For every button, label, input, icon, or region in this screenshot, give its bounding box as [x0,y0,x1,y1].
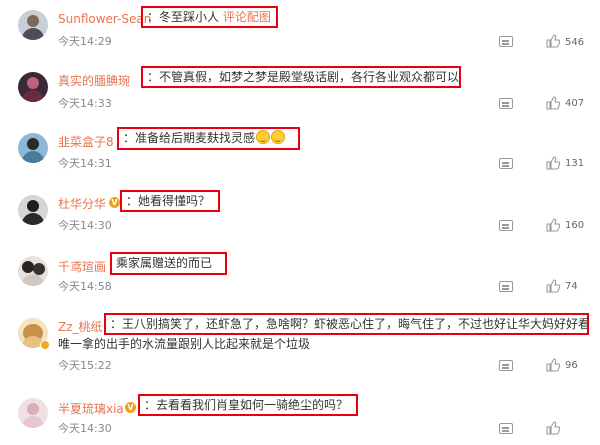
comment-time: 今天14:31 [58,157,112,170]
comment-time: 今天14:30 [58,219,112,232]
reply-icon[interactable] [499,158,513,169]
commenter-name[interactable]: Zz_桃纸 [58,318,103,335]
thumbs-up-icon[interactable] [546,156,560,170]
commenter-name[interactable]: Sunflower-Sean [58,12,151,26]
comment-time: 今天14:30 [58,422,112,435]
thumbs-up-icon[interactable] [546,96,560,110]
thumbs-up-icon[interactable] [546,358,560,372]
comment-text: ：去看看我们肖皇如何一骑绝尘的吗？ [138,394,358,416]
verified-badge-icon: V [125,402,136,413]
sunflower-avatar[interactable] [18,10,48,40]
like-count: 96 [565,360,578,371]
smile-emoji-icon [256,130,271,144]
reply-icon[interactable] [499,98,513,109]
comment-text: ：不管真假，如梦之梦是殿堂级话剧，各行各业观众都可以去看 [141,66,461,88]
member-badge-icon [40,340,50,350]
comment-time: 今天14:33 [58,97,112,110]
commenter-name[interactable]: 半夏琉璃xia [58,400,124,417]
thumbs-up-icon[interactable] [546,421,560,435]
verified-badge-icon: V [109,197,120,208]
comment-time: 今天14:58 [58,280,112,293]
comment-image-link[interactable]: 评论配图 [223,10,271,24]
comment-text: ：冬至踩小人 评论配图 [141,6,278,28]
comment-text-continued: 唯一拿的出手的水流量跟别人比起来就是个垃圾 [58,337,311,351]
like-count: 546 [565,37,585,48]
comment-text: ：她看得懂吗？ [120,190,220,212]
comment-time: 今天15:22 [58,359,112,372]
girl-avatar[interactable] [18,195,48,225]
reply-icon[interactable] [499,360,513,371]
like-count: 131 [565,158,585,169]
comment-text: ：王八别搞笑了，还虾急了，急啥啊？虾被恶心住了，晦气住了，不过也好让华大妈好好看… [104,313,589,335]
smile-emoji-icon [271,130,286,144]
comment-time: 今天14:29 [58,35,112,48]
blue-avatar[interactable] [18,133,48,163]
thumbs-up-icon[interactable] [546,218,560,232]
commenter-name[interactable]: 韭菜盒子8 [58,133,114,150]
thumbs-up-icon[interactable] [546,34,560,48]
commenter-name[interactable]: 真实的腼腆琬 [58,72,130,89]
like-count: 74 [565,281,578,292]
like-count: 407 [565,98,585,109]
reply-icon[interactable] [499,36,513,47]
comment-text: 乘家属赠送的而已 [110,252,227,275]
commenter-name[interactable]: 千鸢瑄画 [58,258,106,275]
dark-avatar[interactable] [18,72,48,102]
like-count: 160 [565,220,585,231]
reply-icon[interactable] [499,281,513,292]
comment-text: ：准备给后期麦麸找灵感 [117,127,300,150]
reply-icon[interactable] [499,220,513,231]
pink-avatar[interactable] [18,398,48,428]
reply-icon[interactable] [499,423,513,434]
thumbs-up-icon[interactable] [546,279,560,293]
commenter-name[interactable]: 杜华分华 [58,195,106,212]
couple-avatar[interactable] [18,256,48,286]
